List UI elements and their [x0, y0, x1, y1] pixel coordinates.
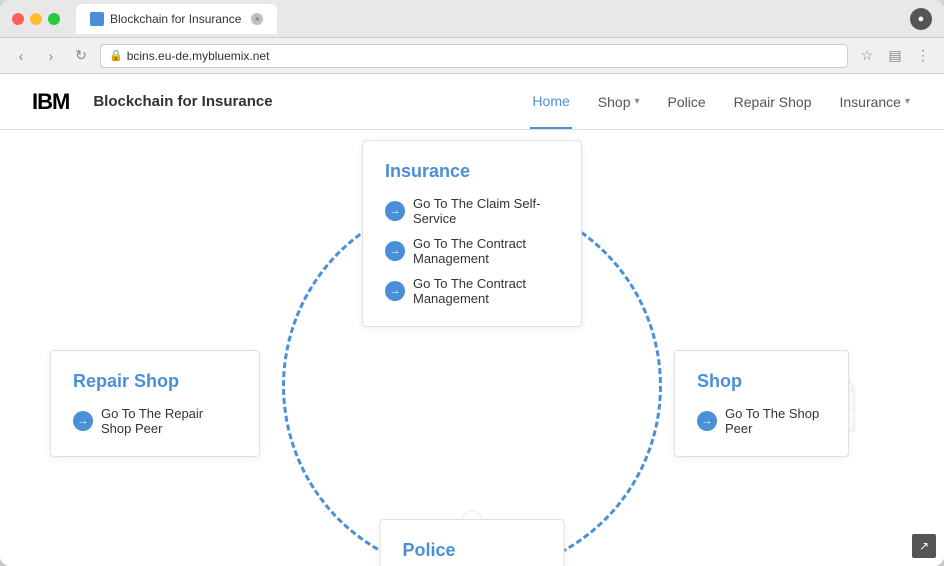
menu-icon[interactable]: ⋮ — [912, 45, 934, 67]
expand-icon[interactable]: ↗ — [912, 534, 936, 558]
repair-shop-link-1[interactable]: → Go To The Repair Shop Peer — [73, 406, 237, 436]
app-content: IBM Blockchain for Insurance Home Shop ▾… — [0, 74, 944, 566]
lock-icon: 🔒 — [109, 49, 123, 62]
insurance-dropdown-icon: ▾ — [905, 96, 910, 107]
reader-icon[interactable]: ▤ — [884, 45, 906, 67]
forward-button[interactable]: › — [40, 45, 62, 67]
browser-toolbar: ‹ › ↻ 🔒 bcins.eu-de.mybluemix.net ☆ ▤ ⋮ — [0, 38, 944, 74]
shop-card-title: Shop — [697, 371, 826, 392]
bookmark-icon[interactable]: ☆ — [856, 45, 878, 67]
address-bar[interactable]: 🔒 bcins.eu-de.mybluemix.net — [100, 44, 848, 68]
header-left: IBM Blockchain for Insurance — [32, 89, 273, 115]
traffic-lights — [12, 13, 60, 25]
minimize-button[interactable] — [30, 13, 42, 25]
browser-window: Blockchain for Insurance × ● ‹ › ↻ 🔒 bci… — [0, 0, 944, 566]
user-icon[interactable]: ● — [910, 8, 932, 30]
arrow-icon-repair: → — [73, 411, 93, 431]
nav-item-police[interactable]: Police — [666, 74, 708, 129]
tab-favicon — [90, 12, 104, 26]
nav-item-repair-shop[interactable]: Repair Shop — [732, 74, 814, 129]
tab-title: Blockchain for Insurance — [110, 12, 241, 26]
toolbar-actions: ☆ ▤ ⋮ — [856, 45, 934, 67]
main-area: Insurance → Go To The Claim Self-Service… — [0, 130, 944, 566]
browser-tab[interactable]: Blockchain for Insurance × — [76, 4, 277, 34]
arrow-icon-shop: → — [697, 411, 717, 431]
nav-item-home[interactable]: Home — [530, 74, 571, 129]
insurance-card: Insurance → Go To The Claim Self-Service… — [362, 140, 582, 327]
app-header: IBM Blockchain for Insurance Home Shop ▾… — [0, 74, 944, 130]
insurance-link-1[interactable]: → Go To The Claim Self-Service — [385, 196, 559, 226]
tab-close-button[interactable]: × — [251, 13, 263, 25]
shop-dropdown-icon: ▾ — [634, 96, 639, 107]
close-button[interactable] — [12, 13, 24, 25]
nav-menu: Home Shop ▾ Police Repair Shop Insurance… — [530, 74, 912, 129]
ibm-logo: IBM — [32, 89, 69, 115]
url-text: bcins.eu-de.mybluemix.net — [127, 49, 270, 63]
police-card: Police — [380, 519, 565, 566]
repair-shop-card: Repair Shop → Go To The Repair Shop Peer — [50, 350, 260, 457]
insurance-link-2[interactable]: → Go To The Contract Management — [385, 236, 559, 266]
arrow-icon-3: → — [385, 281, 405, 301]
shop-link-1[interactable]: → Go To The Shop Peer — [697, 406, 826, 436]
police-card-title: Police — [403, 540, 542, 561]
shop-card: Shop → Go To The Shop Peer — [674, 350, 849, 457]
arrow-icon-1: → — [385, 201, 405, 221]
nav-item-shop[interactable]: Shop ▾ — [596, 74, 642, 129]
arrow-icon-2: → — [385, 241, 405, 261]
app-title: Blockchain for Insurance — [93, 93, 272, 110]
nav-item-insurance[interactable]: Insurance ▾ — [837, 74, 912, 129]
repair-shop-card-title: Repair Shop — [73, 371, 237, 392]
back-button[interactable]: ‹ — [10, 45, 32, 67]
insurance-link-3[interactable]: → Go To The Contract Management — [385, 276, 559, 306]
insurance-card-title: Insurance — [385, 161, 559, 182]
maximize-button[interactable] — [48, 13, 60, 25]
browser-titlebar: Blockchain for Insurance × ● — [0, 0, 944, 38]
refresh-button[interactable]: ↻ — [70, 45, 92, 67]
